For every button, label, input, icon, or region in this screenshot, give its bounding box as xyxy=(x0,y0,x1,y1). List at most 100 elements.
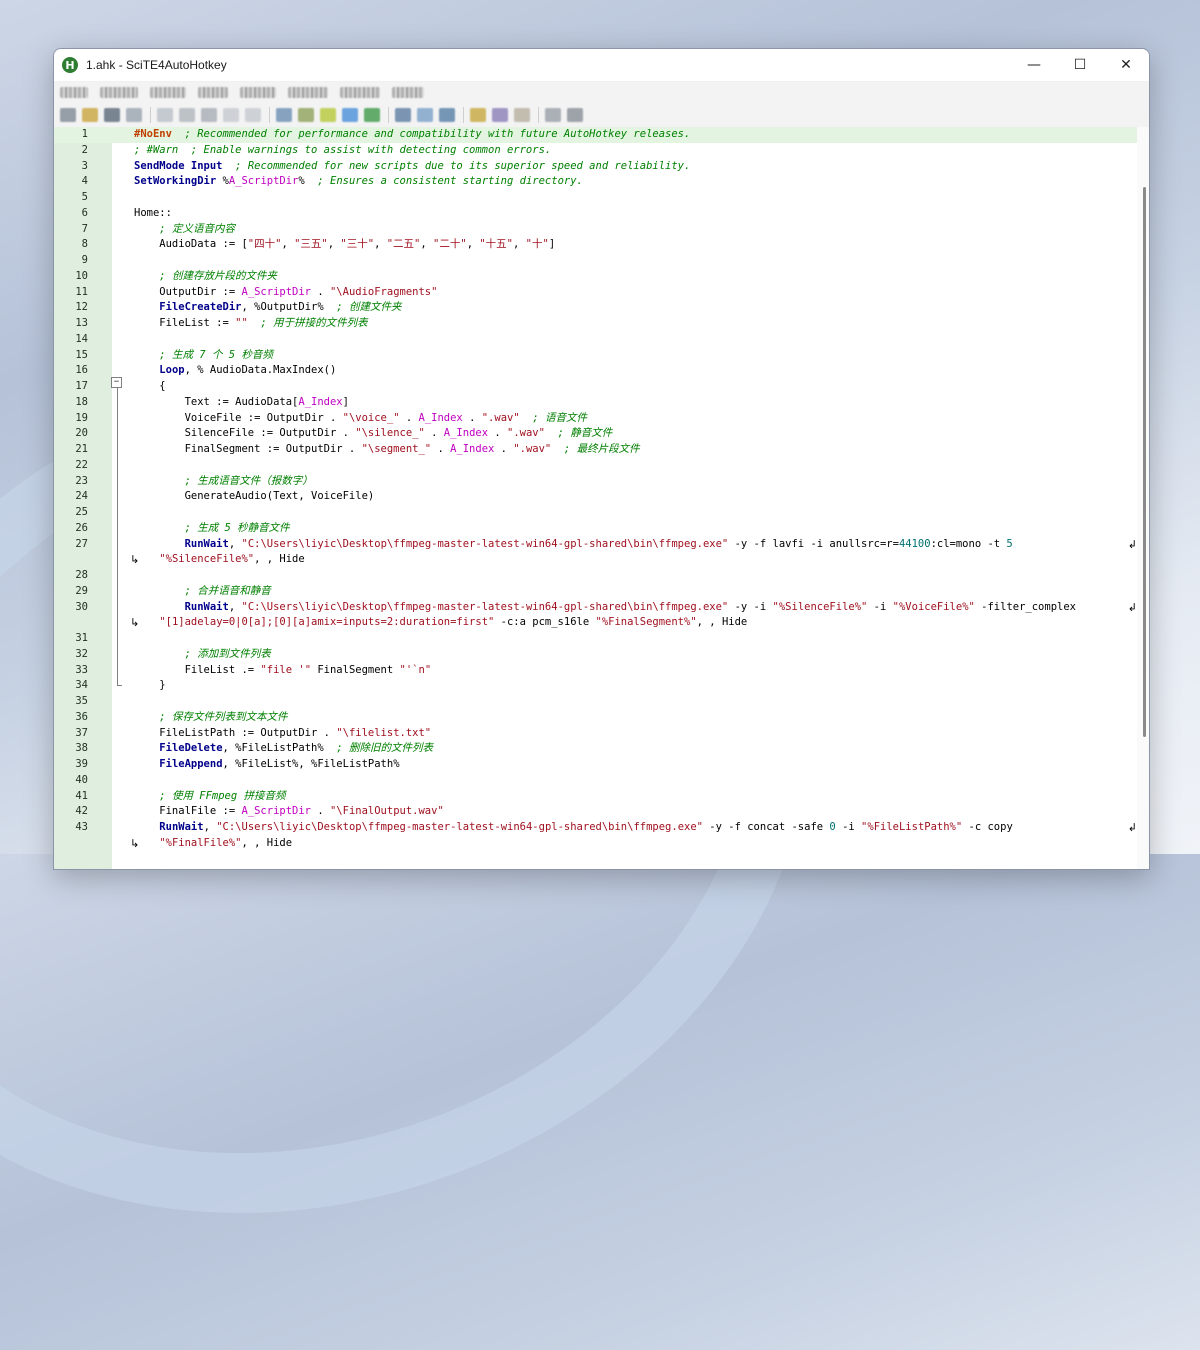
close-button[interactable]: ✕ xyxy=(1103,49,1149,81)
maximize-button[interactable]: ☐ xyxy=(1057,49,1103,81)
code-line[interactable]: 25 xyxy=(54,505,1149,521)
copy-icon[interactable] xyxy=(179,108,195,122)
code-line[interactable]: 27 RunWait, "C:\Users\liyic\Desktop\ffmp… xyxy=(54,537,1149,553)
code-line[interactable]: 18 Text := AudioData[A_Index] xyxy=(54,395,1149,411)
line-code: ; 创建存放片段的文件夹 xyxy=(134,269,277,285)
about-icon[interactable] xyxy=(567,108,583,122)
run-script-icon[interactable] xyxy=(320,108,336,122)
line-number: 2 xyxy=(81,143,88,156)
code-line[interactable]: 30 RunWait, "C:\Users\liyic\Desktop\ffmp… xyxy=(54,600,1149,616)
code-line[interactable]: 8 AudioData := ["四十", "三五", "三十", "二五", … xyxy=(54,237,1149,253)
code-line[interactable]: 10 ; 创建存放片段的文件夹 xyxy=(54,269,1149,285)
wrapped-line[interactable]: ↳ "[1]adelay=0|0[a];[0][a]amix=inputs=2:… xyxy=(54,615,1149,631)
code-token: ; 创建文件夹 xyxy=(336,301,402,314)
code-line[interactable]: 40 xyxy=(54,773,1149,789)
code-line[interactable]: 37 FileListPath := OutputDir . "\filelis… xyxy=(54,726,1149,742)
toolbox-icon[interactable] xyxy=(470,108,486,122)
code-line[interactable]: 36 ; 保存文件列表到文本文件 xyxy=(54,710,1149,726)
step-into-icon[interactable] xyxy=(417,108,433,122)
settings-icon[interactable] xyxy=(492,108,508,122)
code-token: "\AudioFragments" xyxy=(329,285,438,298)
find-icon[interactable] xyxy=(276,108,292,122)
code-line[interactable]: 31 xyxy=(54,631,1149,647)
code-token: "%SilenceFile%" xyxy=(159,553,255,566)
menu-file[interactable] xyxy=(60,86,88,98)
code-line[interactable]: 29 ; 合并语音和静音 xyxy=(54,584,1149,600)
menu-search[interactable] xyxy=(150,86,186,98)
wrapped-line[interactable]: ↳ "%SilenceFile%", , Hide xyxy=(54,552,1149,568)
code-line[interactable]: 11 OutputDir := A_ScriptDir . "\AudioFra… xyxy=(54,285,1149,301)
code-line[interactable]: 4 SetWorkingDir %A_ScriptDir% ; Ensures a… xyxy=(54,174,1149,190)
code-line[interactable]: 24 GenerateAudio(Text, VoiceFile) xyxy=(54,489,1149,505)
code-line[interactable]: 20 SilenceFile := OutputDir . "\silence_… xyxy=(54,426,1149,442)
code-line[interactable]: 15 ; 生成 7 个 5 秒音频 xyxy=(54,348,1149,364)
code-line[interactable]: 13 FileList := "" ; 用于拼接的文件列表 xyxy=(54,316,1149,332)
menu-edit[interactable] xyxy=(100,86,138,98)
code-line[interactable]: 3 SendMode Input ; Recommended for new sc… xyxy=(54,159,1149,175)
code-line[interactable]: 33 FileList .= "file '" FinalSegment "'`… xyxy=(54,663,1149,679)
code-line[interactable]: 7 ; 定义语音内容 xyxy=(54,222,1149,238)
code-token: , , Hide xyxy=(241,836,293,849)
code-line[interactable]: 1 #NoEnv ; Recommended for performance an… xyxy=(54,127,1149,143)
code-line[interactable]: 14 xyxy=(54,332,1149,348)
menu-tools[interactable] xyxy=(240,86,276,98)
line-number: 18 xyxy=(75,395,88,408)
save-icon[interactable] xyxy=(104,108,120,122)
menu-options[interactable] xyxy=(288,86,328,98)
code-line[interactable]: 22 xyxy=(54,458,1149,474)
code-line[interactable]: 19 VoiceFile := OutputDir . "\voice_" . … xyxy=(54,411,1149,427)
code-editor[interactable]: − 1 #NoEnv ; Recommended for performance … xyxy=(54,127,1149,869)
undo-icon[interactable] xyxy=(223,108,239,122)
menu-view[interactable] xyxy=(198,86,228,98)
code-line[interactable]: 6 Home:: xyxy=(54,206,1149,222)
compile-icon[interactable] xyxy=(364,108,380,122)
code-token: } xyxy=(134,679,166,692)
menu-buffers[interactable] xyxy=(340,86,380,98)
code-line[interactable]: 39 FileAppend, %FileList%, %FileListPath… xyxy=(54,757,1149,773)
code-line[interactable]: 32 ; 添加到文件列表 xyxy=(54,647,1149,663)
vertical-scrollbar[interactable] xyxy=(1137,127,1149,869)
paste-icon[interactable] xyxy=(201,108,217,122)
print-icon[interactable] xyxy=(126,108,142,122)
code-line[interactable]: 43 RunWait, "C:\Users\liyic\Desktop\ffmp… xyxy=(54,820,1149,836)
code-line[interactable]: 35 xyxy=(54,694,1149,710)
code-line[interactable]: 41 ; 使用 FFmpeg 拼接音频 xyxy=(54,789,1149,805)
code-line[interactable]: 21 FinalSegment := OutputDir . "\segment… xyxy=(54,442,1149,458)
step-over-icon[interactable] xyxy=(439,108,455,122)
code-token: 5 xyxy=(1006,537,1013,550)
new-file-icon[interactable] xyxy=(60,108,76,122)
debug-icon[interactable] xyxy=(342,108,358,122)
code-line[interactable]: 16 Loop, % AudioData.MaxIndex() xyxy=(54,363,1149,379)
code-line[interactable]: 34 } xyxy=(54,678,1149,694)
replace-icon[interactable] xyxy=(298,108,314,122)
wrapped-line[interactable]: ↳ "%FinalFile%", , Hide xyxy=(54,836,1149,852)
menu-help[interactable] xyxy=(392,86,424,98)
minimize-button[interactable]: — xyxy=(1011,49,1057,81)
code-line[interactable]: 17 { xyxy=(54,379,1149,395)
code-token: "\filelist.txt" xyxy=(336,726,432,739)
help-icon[interactable] xyxy=(514,108,530,122)
line-code: { xyxy=(134,379,165,395)
code-line[interactable]: 26 ; 生成 5 秒静音文件 xyxy=(54,521,1149,537)
code-line[interactable]: 9 xyxy=(54,253,1149,269)
cut-icon[interactable] xyxy=(157,108,173,122)
line-number: 36 xyxy=(75,710,88,723)
open-folder-icon[interactable] xyxy=(82,108,98,122)
redo-icon[interactable] xyxy=(245,108,261,122)
line-code: "%SilenceFile%", , Hide xyxy=(134,552,304,568)
code-line[interactable]: 38 FileDelete, %FileListPath% ; 删除旧的文件列表 xyxy=(54,741,1149,757)
code-line[interactable]: 2 ; #Warn ; Enable warnings to assist wit… xyxy=(54,143,1149,159)
code-line[interactable]: 5 xyxy=(54,190,1149,206)
code-line[interactable]: 28 xyxy=(54,568,1149,584)
line-number: 33 xyxy=(75,663,88,676)
scrollbar-thumb[interactable] xyxy=(1143,187,1146,737)
properties-icon[interactable] xyxy=(545,108,561,122)
code-line[interactable]: 23 ; 生成语音文件（报数字） xyxy=(54,474,1149,490)
window-spy-icon[interactable] xyxy=(395,108,411,122)
code-line[interactable]: 12 FileCreateDir, %OutputDir% ; 创建文件夹 xyxy=(54,300,1149,316)
line-number: 34 xyxy=(75,679,88,692)
code-line[interactable]: 42 FinalFile := A_ScriptDir . "\FinalOut… xyxy=(54,804,1149,820)
